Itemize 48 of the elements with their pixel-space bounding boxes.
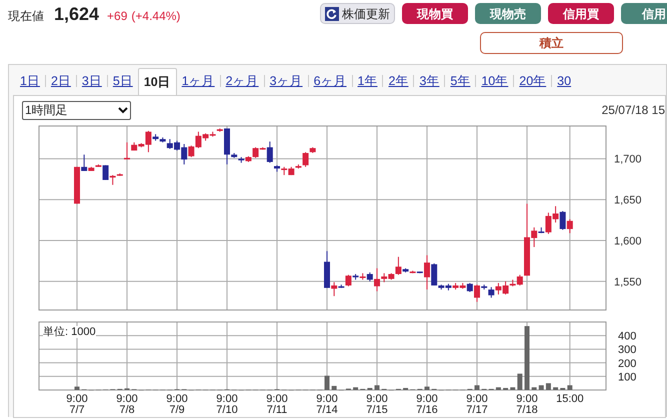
volume-axis-label: 100 <box>618 371 636 384</box>
price-label: 現在値 <box>8 8 44 25</box>
time-axis-label: 9:00 7/17 <box>466 393 488 413</box>
time-axis-label: 9:00 7/16 <box>416 393 438 413</box>
period-tab[interactable]: 20年 <box>514 68 552 95</box>
volume-axis-label: 200 <box>618 358 636 370</box>
price-axis-label: 1,650 <box>614 194 642 207</box>
volume-unit-label: 単位: 1000 <box>43 326 96 338</box>
time-axis-label: 9:00 7/15 <box>366 393 388 413</box>
price-axis-label: 1,600 <box>614 236 642 248</box>
time-axis-label: 9:00 7/10 <box>216 393 238 413</box>
trade-button[interactable]: 現物売 <box>475 3 541 24</box>
period-tab[interactable]: 2日 <box>46 68 76 95</box>
period-tab[interactable]: 2ヶ月 <box>220 68 264 95</box>
period-tab[interactable]: 6ヶ月 <box>308 68 352 95</box>
price-axis-label: 1,550 <box>614 276 642 288</box>
trade-button[interactable]: 現物買 <box>402 3 468 24</box>
time-axis-label: 9:00 7/11 <box>266 393 288 413</box>
period-tab[interactable]: 3年 <box>414 68 444 95</box>
time-axis-label: 9:00 7/14 <box>316 393 338 413</box>
time-axis-label: 9:00 7/18 <box>516 393 538 413</box>
refresh-button[interactable]: 株価更新 <box>320 3 395 24</box>
time-axis-label: 9:00 7/9 <box>166 393 188 413</box>
trade-button[interactable]: 信用 <box>621 3 667 24</box>
price-axis-label: 1,700 <box>614 154 642 166</box>
trade-button[interactable]: 信用買 <box>548 3 614 24</box>
price-change: +69 <box>107 8 128 25</box>
period-tab[interactable]: 2年 <box>383 68 414 95</box>
period-tab[interactable]: 5年 <box>445 68 476 95</box>
time-axis-label: 9:00 7/8 <box>116 393 138 413</box>
period-tab[interactable]: 30 <box>552 68 576 95</box>
chart-timestamp: 25/07/18 15 <box>602 102 665 119</box>
period-tab[interactable]: 1ヶ月 <box>176 68 220 95</box>
period-tab[interactable]: 5日 <box>108 68 138 95</box>
period-tab[interactable]: 1年 <box>352 68 382 95</box>
period-tab[interactable]: 3日 <box>76 68 107 95</box>
volume-axis-label: 400 <box>618 330 636 343</box>
volume-axis-label: 300 <box>618 344 636 356</box>
interval-select[interactable]: 1時間足 <box>22 100 131 120</box>
price-change-percent: (+4.44%) <box>131 8 180 25</box>
period-tab[interactable]: 3ヶ月 <box>264 68 308 95</box>
period-tab[interactable]: 10年 <box>476 68 514 95</box>
current-price: 1,624 <box>54 3 100 25</box>
period-tab[interactable]: 10日 <box>138 68 177 95</box>
period-tab[interactable]: 1日 <box>15 68 45 95</box>
time-axis-label: 15:00 <box>556 393 584 405</box>
time-axis-label: 9:00 7/7 <box>66 393 88 413</box>
accumulate-button[interactable]: 積立 <box>480 32 623 54</box>
